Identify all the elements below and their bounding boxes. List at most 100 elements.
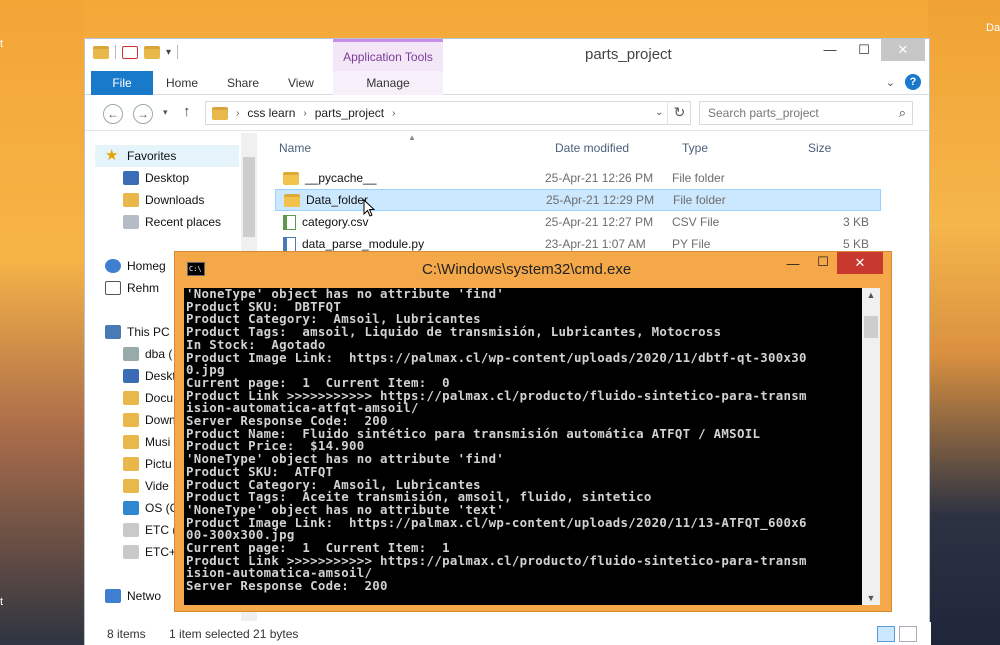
divider: [177, 45, 179, 59]
nav-label: dba (: [145, 347, 173, 361]
cmd-icon[interactable]: C:\: [187, 262, 205, 276]
details-view-icon[interactable]: [877, 626, 895, 642]
nav-pictures[interactable]: Pictu: [123, 457, 172, 471]
nav-recent-places[interactable]: Recent places: [123, 215, 221, 229]
nav-network[interactable]: Netwo: [105, 589, 161, 603]
expand-ribbon-icon[interactable]: ⌄: [886, 76, 895, 89]
address-bar[interactable]: › css learn › parts_project ›: [205, 101, 691, 125]
close-button[interactable]: ✕: [837, 252, 883, 274]
drive-icon: [123, 545, 139, 559]
nav-label: This PC: [127, 325, 170, 339]
nav-downloads[interactable]: Downloads: [123, 193, 204, 207]
console-text: 'NoneType' object has no attribute 'find…: [186, 288, 807, 594]
search-input[interactable]: Search parts_project ⌕: [699, 101, 913, 125]
star-icon: ★: [105, 147, 119, 164]
nav-label: Homeg: [127, 259, 166, 273]
ribbon-tabs: File Home Share View Manage ⌄ ?: [85, 71, 929, 95]
tab-file[interactable]: File: [91, 71, 153, 95]
search-placeholder: Search parts_project: [708, 106, 819, 120]
file-name: data_parse_module.py: [302, 237, 425, 251]
up-arrow-icon[interactable]: ↑: [183, 103, 191, 120]
console-scrollbar[interactable]: ▲ ▼: [862, 288, 880, 605]
properties-icon[interactable]: [122, 45, 138, 59]
help-icon[interactable]: ?: [905, 74, 921, 90]
sort-ascending-icon: ▲: [408, 133, 416, 142]
tab-home[interactable]: Home: [166, 71, 198, 95]
console-scrollbar-thumb[interactable]: [864, 316, 878, 338]
folder-icon[interactable]: [93, 45, 109, 59]
column-header-date[interactable]: Date modified: [555, 141, 629, 155]
forward-button[interactable]: →: [133, 104, 153, 124]
nav-music[interactable]: Musi: [123, 435, 170, 449]
column-header-size[interactable]: Size: [808, 141, 831, 155]
desktop-icon-label: t: [0, 596, 4, 608]
new-folder-icon[interactable]: [144, 45, 160, 59]
nav-label: Rehm: [127, 281, 160, 295]
tab-view[interactable]: View: [288, 71, 314, 95]
column-header-type[interactable]: Type: [682, 141, 708, 155]
documents-icon: [123, 391, 139, 405]
folder-icon: [283, 171, 299, 185]
nav-homegroup[interactable]: Homeg: [105, 259, 166, 273]
nav-downloads-pc[interactable]: Down: [123, 413, 176, 427]
windows-drive-icon: [123, 501, 139, 515]
nav-os-drive[interactable]: OS (C: [123, 501, 178, 515]
minimize-button[interactable]: —: [779, 256, 807, 271]
file-date: 25-Apr-21 12:27 PM: [545, 215, 654, 229]
column-header-name[interactable]: Name: [279, 141, 311, 155]
refresh-button[interactable]: ↻: [667, 101, 691, 125]
back-button[interactable]: ←: [103, 104, 123, 124]
downloads-icon: [123, 193, 139, 207]
chevron-right-icon[interactable]: ›: [236, 108, 239, 119]
chevron-right-icon[interactable]: ›: [392, 108, 395, 119]
mouse-cursor-icon: [363, 199, 375, 217]
divider: [115, 45, 116, 59]
scroll-up-icon[interactable]: ▲: [862, 290, 880, 300]
nav-drive[interactable]: dba (: [123, 347, 172, 361]
close-button[interactable]: ✕: [881, 39, 925, 61]
nav-favorites[interactable]: ★ Favorites: [95, 145, 239, 167]
nav-label: Vide: [145, 479, 169, 493]
tab-share[interactable]: Share: [227, 71, 259, 95]
nav-user[interactable]: Rehm: [105, 281, 159, 295]
nav-label: Desktop: [145, 171, 190, 185]
nav-label: Downloads: [145, 193, 205, 207]
file-row[interactable]: __pycache__ 25-Apr-21 12:26 PM File fold…: [275, 167, 881, 189]
recent-locations-icon[interactable]: ▾: [163, 107, 168, 118]
address-dropdown-icon[interactable]: ⌄: [655, 107, 663, 118]
folder-icon: [212, 106, 228, 120]
console-output[interactable]: 'NoneType' object has no attribute 'find…: [184, 288, 862, 605]
explorer-titlebar[interactable]: ▾ Application Tools parts_project — ☐ ✕: [85, 39, 929, 71]
nav-etc-plus-drive[interactable]: ETC+: [123, 545, 176, 559]
homegroup-icon: [105, 259, 121, 273]
nav-documents[interactable]: Docu: [123, 391, 173, 405]
breadcrumb-item[interactable]: css learn: [247, 106, 295, 120]
nav-label: Netwo: [127, 589, 162, 603]
breadcrumb-item[interactable]: parts_project: [315, 106, 384, 120]
cmd-titlebar[interactable]: C:\ C:\Windows\system32\cmd.exe — ☐ ✕: [175, 252, 891, 286]
nav-this-pc[interactable]: This PC: [105, 325, 170, 339]
file-size: 5 KB: [842, 237, 869, 251]
large-icons-view-icon[interactable]: [899, 626, 917, 642]
nav-desktop[interactable]: Desktop: [123, 171, 189, 185]
ribbon-right-controls: ⌄ ?: [886, 74, 921, 90]
file-name: Data_folder: [306, 193, 369, 207]
chevron-right-icon[interactable]: ›: [303, 108, 306, 119]
tab-manage[interactable]: Manage: [333, 71, 443, 95]
maximize-button[interactable]: ☐: [849, 39, 879, 61]
nav-scrollbar-thumb[interactable]: [243, 157, 255, 237]
search-icon[interactable]: ⌕: [899, 102, 906, 124]
minimize-button[interactable]: —: [815, 39, 845, 61]
nav-etc-drive[interactable]: ETC (: [123, 523, 176, 537]
file-size: 3 KB: [842, 215, 869, 229]
network-icon: [105, 589, 121, 603]
desktop-icon-label[interactable]: Da: [986, 22, 1000, 34]
scroll-down-icon[interactable]: ▼: [862, 593, 880, 603]
recent-places-icon: [123, 215, 139, 229]
nav-desktop-pc[interactable]: Deskt: [123, 369, 176, 383]
maximize-button[interactable]: ☐: [809, 254, 837, 270]
nav-videos[interactable]: Vide: [123, 479, 169, 493]
application-tools-label: Application Tools: [333, 39, 443, 71]
customize-toolbar-icon[interactable]: ▾: [166, 47, 171, 58]
drive-icon: [123, 523, 139, 537]
